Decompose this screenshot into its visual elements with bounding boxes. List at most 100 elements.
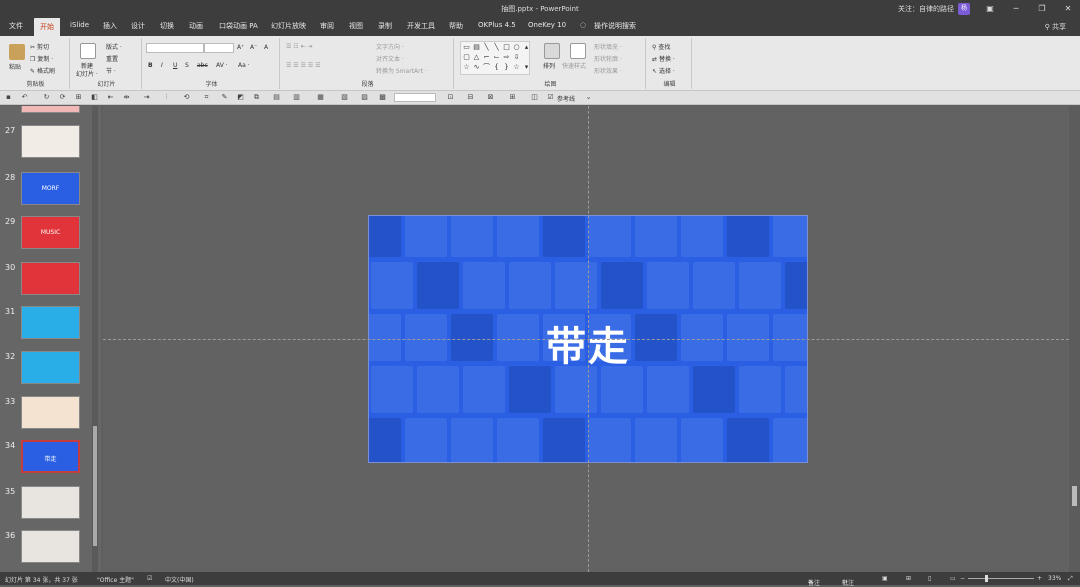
canvas-scrollbar[interactable] — [1069, 106, 1080, 572]
tab-islide[interactable]: iSlide — [70, 21, 89, 29]
tab-file[interactable]: 文件 — [9, 21, 23, 31]
slide-thumbnail[interactable] — [21, 530, 80, 563]
zoom-in-icon[interactable]: + — [1037, 575, 1042, 582]
bullets-icon[interactable]: ☰ ☷ ⇤ ⇥ — [286, 43, 313, 50]
arrange-icon[interactable] — [544, 43, 560, 59]
normal-view-icon[interactable]: ▣ — [882, 575, 888, 582]
toolbar-icon-b[interactable]: ▤ — [272, 93, 281, 102]
close-button[interactable]: ✕ — [1062, 3, 1074, 15]
refresh-icon[interactable]: ⟳ — [58, 93, 67, 102]
toolbar-icon-k[interactable]: ⊞ — [508, 93, 517, 102]
paste-icon[interactable] — [9, 44, 25, 60]
user-name[interactable]: 关注：自律的路径 — [898, 4, 954, 14]
tab-okplus[interactable]: OKPlus 4.5 — [478, 21, 516, 29]
arc-shape-icon[interactable]: ⌒ — [482, 63, 491, 71]
toolbar-icon-e[interactable]: ▧ — [340, 93, 349, 102]
avatar[interactable]: 杨 — [958, 3, 970, 15]
toolbar-icon-a[interactable]: ◧ — [90, 93, 99, 102]
textbox-shape-icon[interactable]: ▭ — [462, 43, 471, 51]
oval-shape-icon[interactable]: ○ — [512, 43, 521, 51]
gallery-scroll-up-icon[interactable]: ▴ — [522, 43, 531, 51]
font-name-combo[interactable] — [146, 43, 204, 53]
align-left-icon[interactable]: ⇤ — [106, 93, 115, 102]
toolbar-icon-h[interactable]: ⊡ — [446, 93, 455, 102]
paint-icon[interactable]: ✎ — [220, 93, 229, 102]
tab-developer[interactable]: 开发工具 — [407, 21, 435, 31]
ribbon-display-options-icon[interactable]: ▣ — [984, 3, 996, 15]
tab-slideshow[interactable]: 幻灯片放映 — [271, 21, 306, 31]
zoom-slider-knob[interactable] — [985, 575, 988, 582]
toolbar-combo[interactable] — [394, 93, 436, 102]
section-button[interactable]: 节 · — [106, 66, 116, 75]
triangle-shape-icon[interactable]: △ — [472, 53, 481, 61]
restore-button[interactable]: ❐ — [1036, 3, 1048, 15]
gallery-more-icon[interactable]: ▾ — [522, 63, 531, 71]
strikethrough-button[interactable]: abc — [197, 62, 208, 69]
new-slide-dropdown[interactable]: 幻灯片 · — [76, 69, 98, 78]
connector-shape-icon[interactable]: ⌙ — [492, 53, 501, 61]
shape-outline-button[interactable]: 形状轮廓 · — [594, 54, 622, 63]
thumbnail-row[interactable]: 35 — [0, 486, 101, 526]
shadow-button[interactable]: S — [185, 62, 189, 69]
quick-styles-icon[interactable] — [570, 43, 586, 59]
fill-icon[interactable]: ◩ — [236, 93, 245, 102]
toolbar-icon-g[interactable]: ▩ — [378, 93, 387, 102]
zoom-out-icon[interactable]: − — [960, 575, 965, 582]
rect-shape-icon[interactable]: □ — [502, 43, 511, 51]
shapes-gallery[interactable]: ▭ ▤ ╲ ╲ □ ○ ▢ △ ⌐ ⌙ ⇨ ⇩ ☆ ∿ ⌒ { } ☆ ▴ ▾ — [460, 41, 530, 75]
align-right-icon[interactable]: ⇥ — [142, 93, 151, 102]
crop-icon[interactable]: ⌗ — [202, 93, 211, 102]
arrow-right-shape-icon[interactable]: ⇨ — [502, 53, 511, 61]
quick-styles-button[interactable]: 快速样式 — [562, 61, 586, 70]
line2-shape-icon[interactable]: ╲ — [492, 43, 501, 51]
grid-icon[interactable]: ⊞ — [74, 93, 83, 102]
brace-right-shape-icon[interactable]: } — [502, 63, 511, 71]
toolbar-icon-j[interactable]: ⊠ — [486, 93, 495, 102]
underline-button[interactable]: U — [173, 62, 177, 69]
select-button[interactable]: ↖ 选择 · — [652, 66, 675, 75]
thumbnail-row[interactable]: 34 带走 — [0, 440, 101, 480]
scrollbar-thumb[interactable] — [1072, 486, 1077, 506]
tab-pocket-animation[interactable]: 口袋动画 PA — [219, 21, 258, 31]
horizontal-guide[interactable] — [103, 339, 1069, 340]
find-button[interactable]: ⚲ 查找 — [652, 42, 670, 51]
rounded-rect-shape-icon[interactable]: ▢ — [462, 53, 471, 61]
tab-animations[interactable]: 动画 — [189, 21, 203, 31]
scrollbar-thumb[interactable] — [93, 426, 97, 546]
language[interactable]: 中文(中国) — [165, 575, 194, 584]
new-slide-icon[interactable] — [80, 43, 96, 59]
corner-shape-icon[interactable]: ⌐ — [482, 53, 491, 61]
paste-button[interactable]: 粘贴 — [9, 62, 21, 71]
shape-fill-button[interactable]: 形状填充 · — [594, 42, 622, 51]
share-button[interactable]: ⚲ 共享 — [1045, 22, 1066, 32]
slide-thumbnail[interactable]: MORF — [21, 172, 80, 205]
line-shape-icon[interactable]: ╲ — [482, 43, 491, 51]
arrange-button[interactable]: 排列 — [543, 61, 555, 70]
tab-help[interactable]: 帮助 — [449, 21, 463, 31]
toolbar-icon-d[interactable]: ▦ — [316, 93, 325, 102]
reading-view-icon[interactable]: ▯ — [928, 575, 931, 582]
tab-insert[interactable]: 插入 — [103, 21, 117, 31]
thumbnail-row[interactable]: 27 — [0, 125, 101, 165]
tab-transitions[interactable]: 切换 — [160, 21, 174, 31]
redo-icon[interactable]: ↻ — [42, 93, 51, 102]
char-spacing-button[interactable]: AV · — [216, 62, 228, 69]
curve-shape-icon[interactable]: ∿ — [472, 63, 481, 71]
thumbnail-scrollbar[interactable] — [92, 106, 98, 572]
thumbnail-row[interactable]: 30 — [0, 262, 101, 302]
zoom-slider[interactable] — [968, 578, 1034, 579]
save-icon[interactable]: ▪ — [4, 93, 13, 102]
fit-slide-icon[interactable]: ⤢ — [1068, 575, 1073, 583]
align-text-button[interactable]: 对齐文本 · — [376, 54, 404, 63]
replace-button[interactable]: ⇄ 替换 · — [652, 54, 675, 63]
slide-thumbnail[interactable] — [21, 396, 80, 429]
brace-left-shape-icon[interactable]: { — [492, 63, 501, 71]
thumbnail-row[interactable]: 31 — [0, 306, 101, 346]
minimize-button[interactable]: ─ — [1010, 3, 1022, 15]
smartart-button[interactable]: 转换为 SmartArt · — [376, 66, 427, 75]
group-icon[interactable]: ⧉ — [252, 93, 261, 102]
slide-thumbnail[interactable] — [21, 106, 80, 113]
tab-design[interactable]: 设计 — [131, 21, 145, 31]
zoom-level[interactable]: 33% — [1048, 575, 1061, 582]
thumbnail-row[interactable]: 33 — [0, 396, 101, 436]
